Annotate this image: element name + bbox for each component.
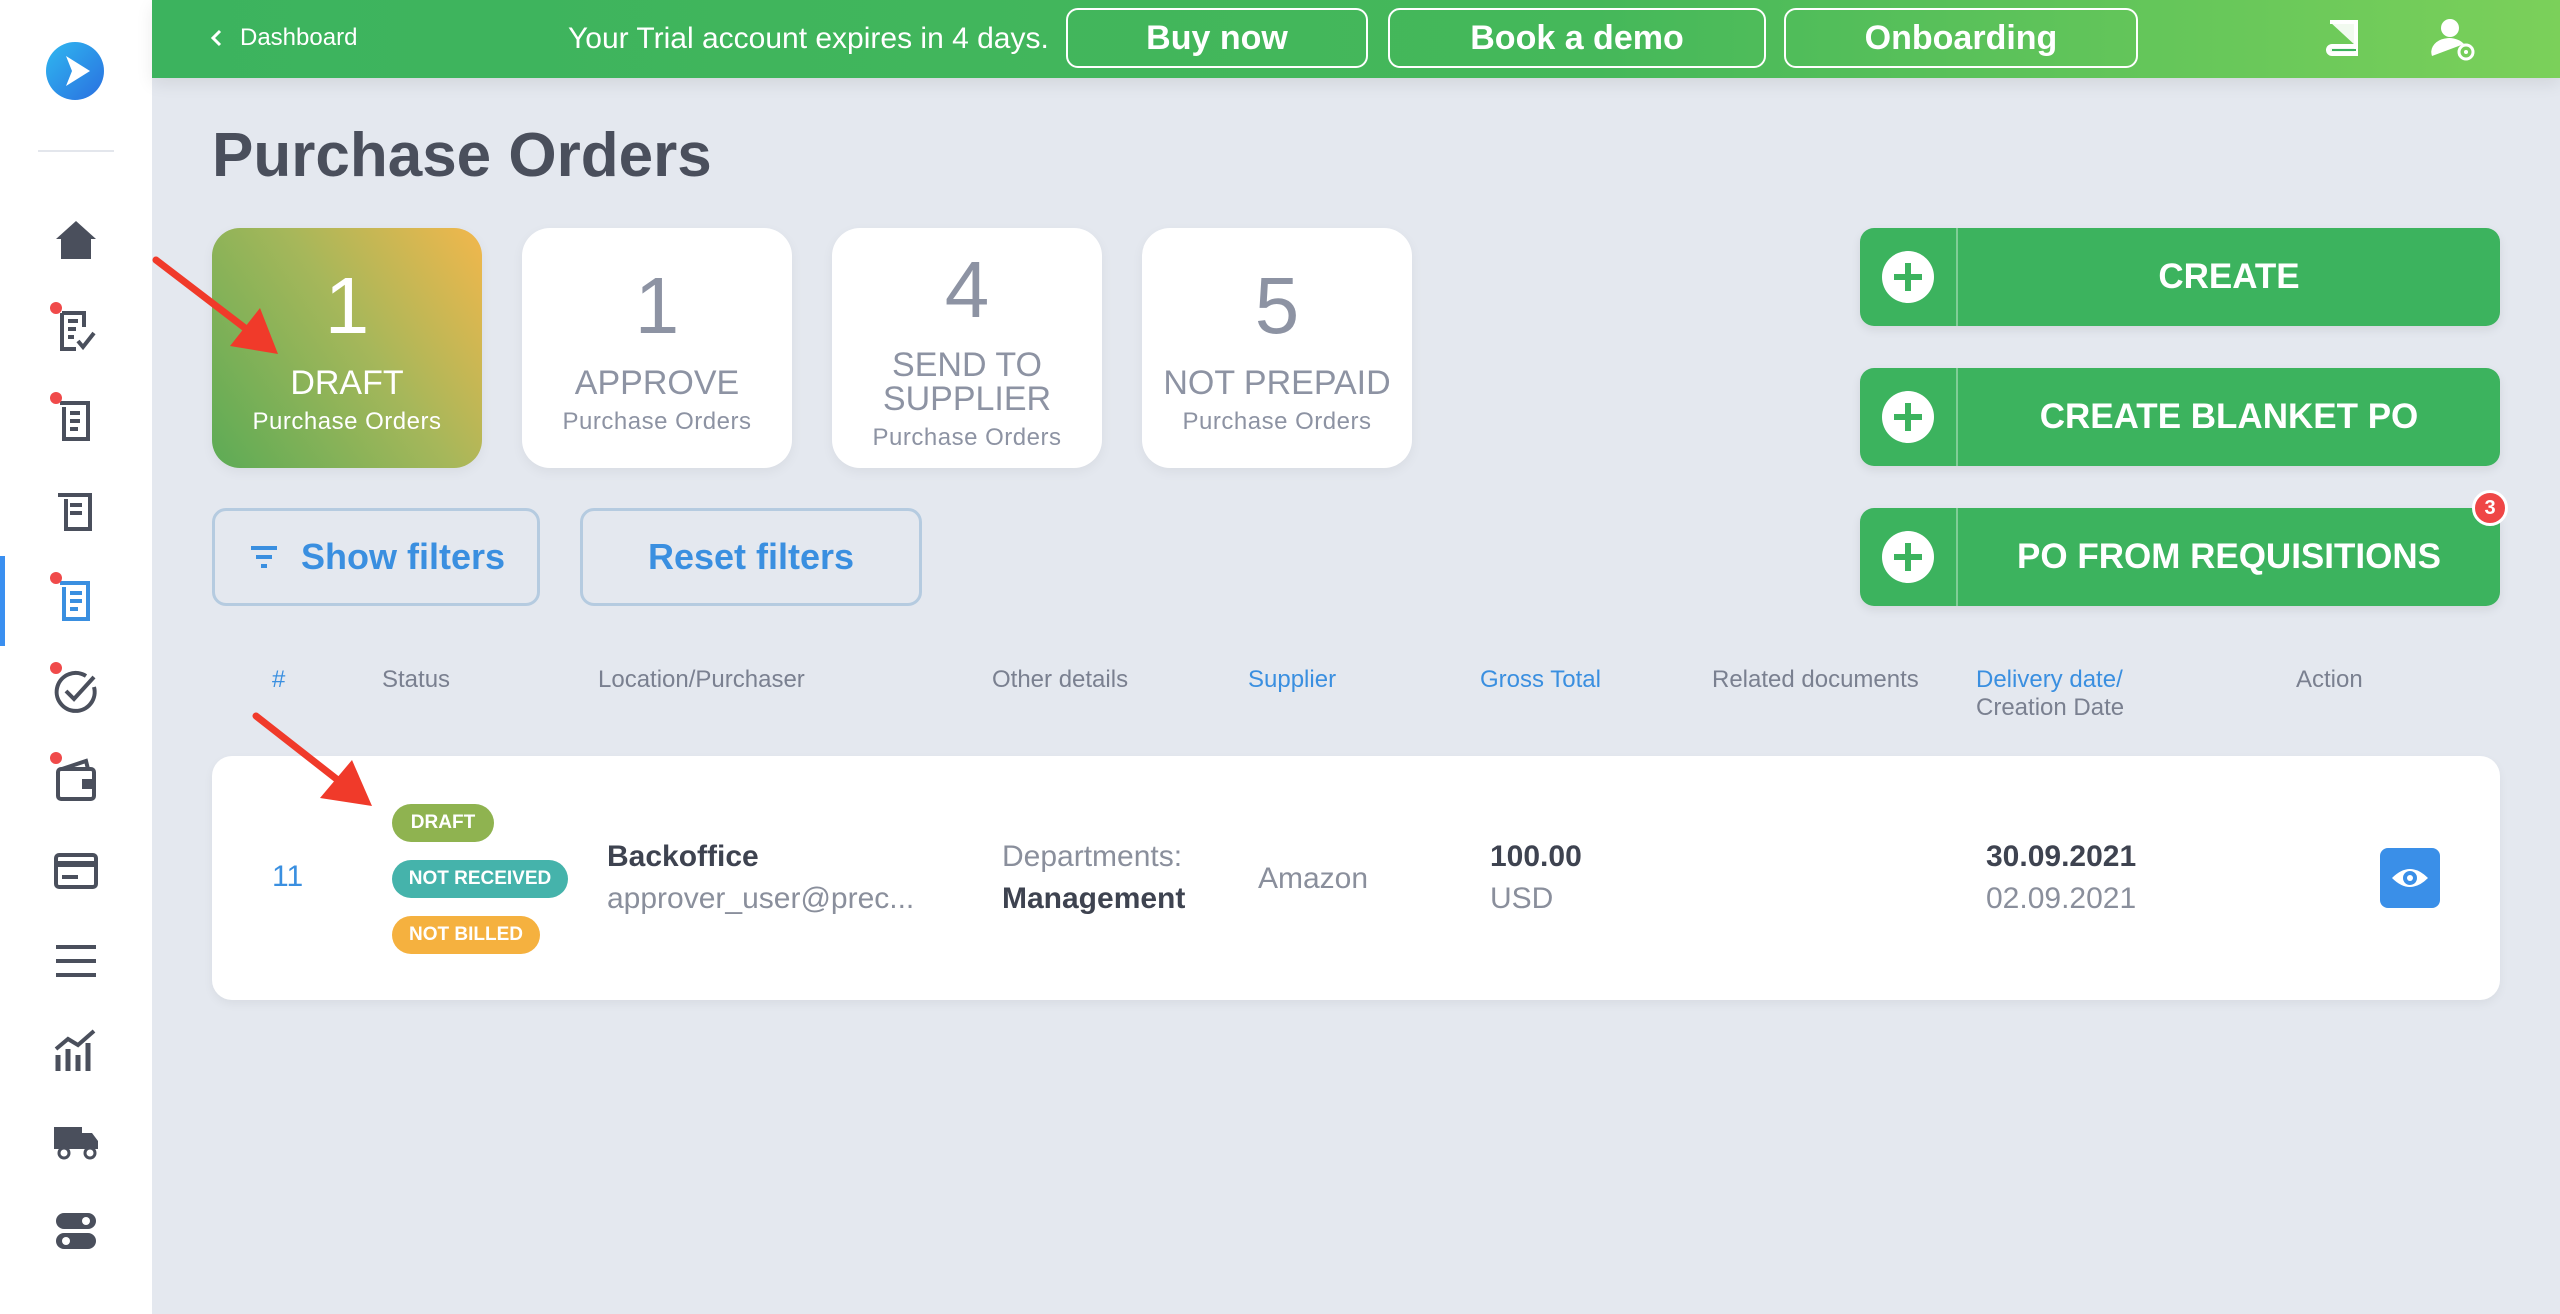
currency: USD — [1490, 882, 1554, 915]
send-sub: Purchase Orders — [872, 424, 1062, 451]
show-filters-button[interactable]: Show filters — [212, 508, 540, 606]
notification-dot — [50, 752, 62, 764]
not-prepaid-sub: Purchase Orders — [1182, 408, 1372, 435]
notification-dot — [50, 662, 62, 674]
create-blanket-po-button[interactable]: CREATE BLANKET PO — [1860, 368, 2500, 466]
supplier-name: Amazon — [1258, 862, 1369, 895]
requisitions-count-badge: 3 — [2472, 490, 2508, 526]
chart-icon — [54, 1029, 96, 1071]
sidebar-item-invoices[interactable] — [0, 476, 152, 546]
sidebar-item-requisitions[interactable] — [0, 296, 152, 366]
column-header-number[interactable]: # — [272, 666, 285, 694]
onboarding-button[interactable]: Onboarding — [1784, 8, 2138, 68]
back-to-dashboard-link[interactable]: Dashboard — [208, 24, 357, 52]
status-badge-not-received: NOT RECEIVED — [392, 860, 568, 898]
sidebar-item-wallet[interactable] — [0, 746, 152, 816]
top-bar: Dashboard Your Trial account expires in … — [152, 0, 2560, 78]
draft-label: DRAFT — [290, 364, 404, 402]
book-icon[interactable] — [2318, 14, 2368, 64]
gross-total-value: 100.00 — [1490, 840, 1582, 873]
notification-dot — [50, 572, 62, 584]
sidebar-item-payments[interactable] — [0, 836, 152, 906]
column-header-related-documents: Related documents — [1712, 666, 1919, 693]
status-badge-not-billed: NOT BILLED — [392, 916, 540, 954]
reset-filters-label: Reset filters — [647, 536, 855, 577]
column-header-delivery-date[interactable]: Delivery date/ — [1976, 666, 2123, 694]
approve-card[interactable]: 1 APPROVE Purchase Orders — [522, 228, 792, 468]
view-button[interactable] — [2380, 848, 2440, 908]
annotation-arrow — [152, 256, 278, 354]
annotation-arrow — [252, 712, 372, 806]
location-name: Backoffice — [607, 840, 759, 873]
menu-icon — [56, 945, 96, 977]
sidebar-item-purchase-orders[interactable] — [0, 556, 152, 646]
draft-sub: Purchase Orders — [252, 408, 442, 435]
approve-count: 1 — [634, 261, 680, 350]
plus-icon — [1860, 508, 1958, 606]
sidebar-item-reports[interactable] — [0, 1016, 152, 1086]
create-label: CREATE — [2158, 257, 2300, 296]
column-header-status: Status — [382, 666, 451, 693]
sidebar-item-home[interactable] — [0, 206, 152, 276]
send-label-line1: SEND TO — [892, 346, 1042, 384]
back-label: Dashboard — [240, 24, 358, 51]
app-logo[interactable] — [44, 40, 106, 102]
send-label-line2: SUPPLIER — [882, 380, 1052, 418]
purchaser-email: approver_user@prec... — [607, 882, 915, 915]
page-title: Purchase Orders — [212, 121, 712, 190]
card-icon — [54, 853, 98, 889]
sidebar-item-documents[interactable] — [0, 386, 152, 456]
po-from-requisitions-button[interactable]: PO FROM REQUISITIONS 3 — [1860, 490, 2508, 606]
chevron-left-icon — [210, 29, 222, 47]
not-prepaid-label: NOT PREPAID — [1163, 364, 1391, 402]
user-settings-icon[interactable] — [2428, 14, 2478, 64]
delivery-date: 30.09.2021 — [1986, 840, 2137, 873]
sidebar-item-menu[interactable] — [0, 926, 152, 996]
creation-date: 02.09.2021 — [1986, 882, 2137, 915]
sidebar-item-settings[interactable] — [0, 1196, 152, 1266]
column-header-gross-total[interactable]: Gross Total — [1480, 666, 1601, 694]
sidebar-item-suppliers[interactable] — [0, 1106, 152, 1176]
sidebar-item-approvals[interactable] — [0, 656, 152, 726]
departments-label: Departments: — [1002, 840, 1183, 873]
toggle-settings-icon — [56, 1213, 96, 1249]
eye-icon — [2392, 869, 2428, 887]
create-blanket-label: CREATE BLANKET PO — [2039, 397, 2419, 436]
truck-icon — [54, 1127, 98, 1160]
create-button[interactable]: CREATE — [1860, 228, 2500, 326]
status-badge-draft: DRAFT — [392, 804, 494, 842]
receipt-icon — [58, 493, 92, 531]
departments-value: Management — [1002, 882, 1186, 915]
home-icon — [56, 221, 96, 259]
column-header-other-details: Other details — [992, 666, 1129, 693]
not-prepaid-count: 5 — [1254, 261, 1300, 350]
plus-icon — [1860, 228, 1958, 326]
po-number-link[interactable]: 11 — [272, 860, 303, 894]
reset-filters-button[interactable]: Reset filters — [580, 508, 922, 606]
sidebar-divider — [38, 150, 114, 152]
notification-dot — [50, 302, 62, 314]
approve-sub: Purchase Orders — [562, 408, 752, 435]
filter-icon — [250, 546, 277, 568]
approve-label: APPROVE — [574, 364, 740, 402]
book-demo-button[interactable]: Book a demo — [1388, 8, 1766, 68]
column-header-creation-date: Creation Date — [1976, 694, 2125, 721]
column-header-supplier[interactable]: Supplier — [1248, 666, 1336, 694]
plus-icon — [1860, 368, 1958, 466]
not-prepaid-card[interactable]: 5 NOT PREPAID Purchase Orders — [1142, 228, 1412, 468]
sidebar — [0, 0, 152, 1314]
notification-dot — [50, 392, 62, 404]
column-header-location: Location/Purchaser — [598, 666, 805, 693]
trial-notice: Your Trial account expires in 4 days. — [568, 22, 1049, 55]
show-filters-label: Show filters — [300, 536, 506, 577]
send-label: SEND TO SUPPLIER — [832, 348, 1102, 416]
send-count: 4 — [944, 245, 990, 334]
send-to-supplier-card[interactable]: 4 SEND TO SUPPLIER Purchase Orders — [832, 228, 1102, 468]
po-from-requisitions-label: PO FROM REQUISITIONS — [2017, 537, 2441, 576]
column-header-action: Action — [2296, 666, 2363, 693]
buy-now-button[interactable]: Buy now — [1066, 8, 1368, 68]
